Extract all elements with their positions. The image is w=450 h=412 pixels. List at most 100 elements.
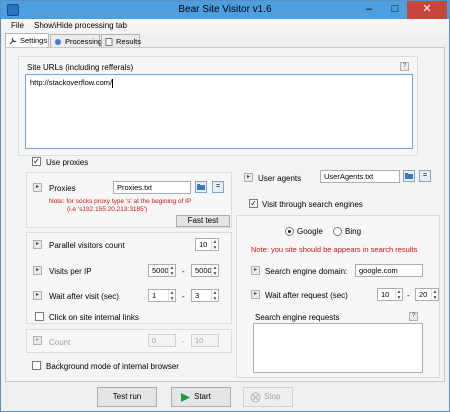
use-proxies-checkbox[interactable]: ✓	[32, 157, 41, 166]
tab-results[interactable]: Results	[101, 34, 142, 47]
radio-bing-label: Bing	[345, 227, 362, 236]
close-icon[interactable]: ✕	[407, 1, 447, 19]
count-to[interactable]: 10	[191, 334, 219, 347]
edit-list-icon[interactable]: =	[212, 181, 224, 193]
tab-settings[interactable]: Settings	[5, 33, 49, 47]
expand-icon[interactable]: ▸	[33, 183, 42, 192]
site-urls-group: Site URLs (including refferals) ? http:/…	[18, 56, 418, 156]
search-domain-field[interactable]: google.com	[355, 264, 423, 277]
wait-after-request-from-value: 10	[381, 290, 390, 299]
wait-after-request-to[interactable]: 20 ▲ ▼	[415, 288, 439, 301]
spin-arrows-icon[interactable]: ▲ ▼	[211, 265, 218, 276]
visits-per-ip-to[interactable]: 5000 ▲ ▼	[191, 264, 219, 277]
spin-arrows-icon[interactable]: ▲ ▼	[211, 290, 218, 301]
spin-arrows-icon[interactable]: ▲ ▼	[211, 239, 218, 250]
stop-icon	[250, 392, 261, 403]
user-agents-label: User agents	[258, 174, 302, 183]
count-to-value: 10	[195, 336, 204, 345]
expand-icon[interactable]: ▸	[244, 173, 253, 182]
settings-panel: Site URLs (including refferals) ? http:/…	[5, 47, 445, 382]
wait-after-visit-to-value: 3	[195, 291, 200, 300]
expand-icon[interactable]: ▸	[33, 336, 42, 345]
range-separator: -	[182, 267, 185, 276]
visit-settings-group: ▸ Parallel visitors count 10 ▲ ▼ ▸ Visits…	[26, 232, 232, 324]
search-engines-label: Visit through search engines	[262, 200, 363, 209]
proxies-note-line2: (i.e 's192.155.20.213:3185')	[67, 206, 148, 213]
background-mode-checkbox[interactable]	[32, 361, 41, 370]
count-group: ▸ Count 0 - 10	[26, 329, 232, 353]
menu-file[interactable]: File	[11, 21, 24, 30]
proxies-label: Proxies	[49, 184, 76, 193]
parallel-value: 10	[199, 240, 208, 249]
radio-google-label: Google	[297, 227, 323, 236]
title-bar: Bear Site Visitor v1.6 – □ ✕	[1, 1, 449, 19]
click-internal-label: Click on site internal links	[49, 313, 139, 322]
wait-after-visit-from[interactable]: 1 ▲ ▼	[148, 289, 176, 302]
open-folder-icon[interactable]	[195, 181, 207, 193]
spin-arrows-icon[interactable]: ▲ ▼	[431, 289, 438, 300]
use-proxies-label: Use proxies	[46, 158, 89, 167]
site-urls-value: http://stackoverflow.com/	[30, 78, 113, 87]
count-from[interactable]: 0	[148, 334, 176, 347]
search-engines-note: Note: you site should be appears in sear…	[251, 245, 418, 254]
open-folder-icon[interactable]	[403, 170, 415, 182]
radio-google[interactable]	[285, 227, 294, 236]
visits-per-ip-to-value: 5000	[195, 266, 212, 275]
click-internal-checkbox[interactable]	[35, 312, 44, 321]
wait-after-visit-from-value: 1	[152, 291, 157, 300]
wait-after-request-label: Wait after request (sec)	[265, 291, 348, 300]
spin-arrows-icon[interactable]: ▲ ▼	[168, 290, 175, 301]
search-requests-textarea[interactable]	[253, 323, 423, 373]
search-domain-label: Search engine domain:	[265, 267, 348, 276]
search-engines-checkbox[interactable]: ✓	[249, 199, 258, 208]
range-separator: -	[182, 337, 185, 346]
expand-icon[interactable]: ▸	[33, 266, 42, 275]
expand-icon[interactable]: ▸	[251, 266, 260, 275]
menu-show-hide-processing[interactable]: Show\Hide processing tab	[34, 21, 127, 30]
radio-bing[interactable]	[333, 227, 342, 236]
search-engines-group: Google Bing Note: you site should be app…	[236, 215, 440, 378]
background-mode-label: Background mode of internal browser	[46, 362, 179, 371]
minimize-icon[interactable]: –	[357, 1, 381, 19]
spin-arrows-icon[interactable]: ▲ ▼	[168, 265, 175, 276]
edit-list-icon[interactable]: =	[419, 170, 431, 182]
count-label: Count	[49, 338, 71, 347]
site-urls-textarea[interactable]: http://stackoverflow.com/	[25, 74, 413, 149]
range-separator: -	[182, 292, 185, 301]
app-window: Bear Site Visitor v1.6 – □ ✕ File Show\H…	[0, 0, 450, 412]
wait-after-request-to-value: 20	[419, 290, 428, 299]
expand-icon[interactable]: ▸	[251, 290, 260, 299]
menu-bar: File Show\Hide processing tab	[1, 19, 449, 33]
visits-per-ip-from-value: 5000	[152, 266, 169, 275]
test-run-button[interactable]: Test run	[97, 387, 157, 407]
stop-button[interactable]: Stop	[243, 387, 293, 407]
parallel-stepper[interactable]: 10 ▲ ▼	[195, 238, 219, 251]
window-title: Bear Site Visitor v1.6	[178, 4, 272, 15]
tab-processing-label: Processing	[65, 37, 103, 46]
expand-icon[interactable]: ▸	[33, 291, 42, 300]
parallel-label: Parallel visitors count	[49, 241, 125, 250]
help-icon[interactable]: ?	[409, 312, 418, 321]
wait-after-visit-to[interactable]: 3 ▲ ▼	[191, 289, 219, 302]
start-button-label: Start	[194, 392, 211, 401]
fast-test-button[interactable]: Fast test	[176, 215, 230, 227]
expand-icon[interactable]: ▸	[33, 240, 42, 249]
visits-per-ip-label: Visits per IP	[49, 267, 92, 276]
document-icon	[105, 38, 113, 46]
range-separator: -	[407, 291, 410, 300]
proxies-file-field[interactable]: Proxies.txt	[113, 181, 191, 194]
maximize-icon[interactable]: □	[383, 1, 407, 19]
spin-arrows-icon[interactable]: ▲ ▼	[395, 289, 402, 300]
tab-processing[interactable]: Processing	[50, 34, 103, 47]
user-agents-file-field[interactable]: UserAgents.txt	[320, 170, 400, 183]
wrench-icon	[9, 37, 17, 45]
visits-per-ip-from[interactable]: 5000 ▲ ▼	[148, 264, 176, 277]
site-urls-label: Site URLs (including refferals)	[27, 63, 134, 72]
help-icon[interactable]: ?	[400, 62, 409, 71]
wait-after-request-from[interactable]: 10 ▲ ▼	[377, 288, 403, 301]
play-icon	[181, 393, 190, 402]
stop-button-label: Stop	[264, 392, 281, 401]
start-button[interactable]: Start	[171, 387, 231, 407]
tab-results-label: Results	[116, 37, 142, 46]
proxies-note-line1: Note: for socks proxy type 's' at the be…	[49, 198, 192, 205]
